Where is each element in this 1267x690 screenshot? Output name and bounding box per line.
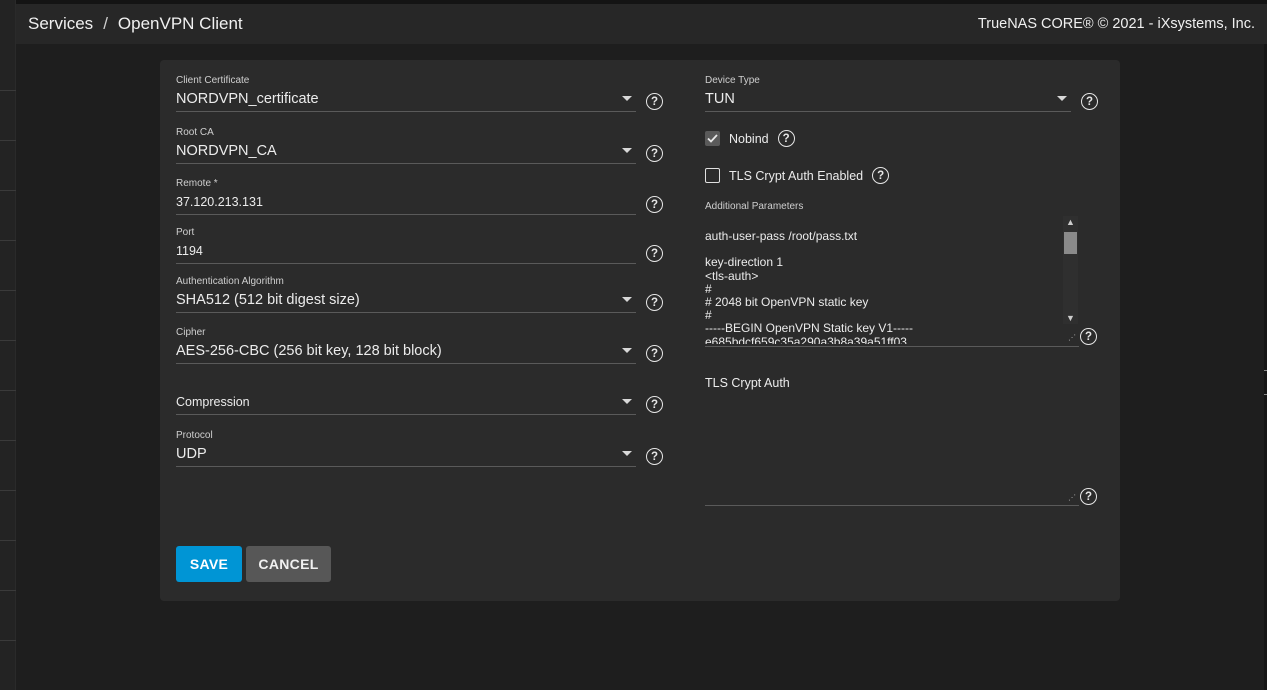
nobind-label: Nobind (729, 131, 769, 146)
auth-algorithm-value: SHA512 (512 bit digest size) (176, 291, 360, 308)
help-circle-icon[interactable]: ? (1081, 93, 1098, 110)
help-circle-icon[interactable]: ? (646, 396, 663, 413)
nobind-row: Nobind ? (705, 130, 795, 147)
openvpn-client-form: Client Certificate NORDVPN_certificate ?… (160, 60, 1120, 601)
port-label: Port (176, 227, 195, 238)
additional-parameters-value: auth-user-pass /root/pass.txt key-direct… (705, 229, 914, 344)
help-circle-icon[interactable]: ? (646, 196, 663, 213)
help-circle-icon[interactable]: ? (646, 345, 663, 362)
resize-handle-icon[interactable]: ⋰ (1068, 334, 1076, 342)
auth-algorithm-field: Authentication Algorithm SHA512 (512 bit… (176, 275, 663, 313)
help-circle-icon[interactable]: ? (646, 448, 663, 465)
root-ca-label: Root CA (176, 127, 214, 138)
compression-field: Compression ? (176, 377, 663, 415)
root-ca-field: Root CA NORDVPN_CA ? (176, 126, 663, 164)
caret-down-icon (622, 451, 632, 456)
help-circle-icon[interactable]: ? (872, 167, 890, 184)
port-field: Port 1194 ? (176, 226, 663, 264)
auth-algorithm-select[interactable]: SHA512 (512 bit digest size) (176, 289, 636, 313)
save-button[interactable]: SAVE (176, 546, 242, 582)
page-header: Services / OpenVPN Client TrueNAS CORE® … (16, 4, 1267, 44)
cipher-value: AES-256-CBC (256 bit key, 128 bit block) (176, 342, 442, 359)
protocol-field: Protocol UDP ? (176, 429, 663, 467)
root-ca-select[interactable]: NORDVPN_CA (176, 140, 636, 164)
cipher-field: Cipher AES-256-CBC (256 bit key, 128 bit… (176, 326, 663, 364)
client-certificate-select[interactable]: NORDVPN_certificate (176, 88, 636, 112)
nobind-checkbox[interactable] (705, 131, 720, 146)
device-type-value: TUN (705, 90, 735, 107)
additional-parameters-label-wrap: Additional Parameters (705, 200, 1005, 214)
remote-value: 37.120.213.131 (176, 194, 263, 209)
port-input[interactable]: 1194 (176, 240, 636, 264)
textarea-scrollbar[interactable]: ▲ ▼ (1063, 216, 1078, 324)
client-certificate-field: Client Certificate NORDVPN_certificate ? (176, 74, 663, 112)
help-circle-icon[interactable]: ? (646, 93, 663, 110)
caret-down-icon (622, 348, 632, 353)
help-circle-icon[interactable]: ? (1080, 488, 1097, 505)
client-certificate-value: NORDVPN_certificate (176, 90, 319, 107)
scrollbar-thumb[interactable] (1064, 232, 1077, 254)
additional-parameters-label: Additional Parameters (705, 201, 804, 212)
copyright-text: TrueNAS CORE® © 2021 - iXsystems, Inc. (977, 16, 1255, 32)
caret-down-icon (1057, 96, 1067, 101)
additional-parameters-textarea[interactable]: auth-user-pass /root/pass.txt key-direct… (705, 216, 1079, 347)
help-circle-icon[interactable]: ? (777, 130, 795, 147)
remote-input[interactable]: 37.120.213.131 (176, 191, 636, 215)
compression-label (176, 377, 663, 391)
tls-crypt-auth-enabled-checkbox[interactable] (705, 168, 720, 183)
remote-label: Remote * (176, 178, 218, 189)
cipher-select[interactable]: AES-256-CBC (256 bit key, 128 bit block) (176, 340, 636, 364)
device-type-field: Device Type TUN ? (705, 74, 1098, 112)
port-value: 1194 (176, 243, 203, 258)
protocol-label: Protocol (176, 430, 213, 441)
help-circle-icon[interactable]: ? (646, 145, 663, 162)
device-type-label: Device Type (705, 75, 760, 86)
device-type-select[interactable]: TUN (705, 88, 1071, 112)
sidebar-collapsed (0, 0, 16, 690)
scroll-up-icon[interactable]: ▲ (1063, 216, 1078, 228)
protocol-value: UDP (176, 445, 207, 462)
help-circle-icon[interactable]: ? (1080, 328, 1097, 345)
tls-crypt-auth-enabled-label: TLS Crypt Auth Enabled (729, 168, 864, 183)
compression-select[interactable]: Compression (176, 391, 636, 415)
compression-placeholder: Compression (176, 394, 250, 409)
breadcrumb: Services / OpenVPN Client (28, 14, 243, 34)
tls-crypt-auth-label: TLS Crypt Auth (705, 376, 790, 390)
caret-down-icon (622, 148, 632, 153)
caret-down-icon (622, 399, 632, 404)
scroll-down-icon[interactable]: ▼ (1063, 312, 1078, 324)
client-certificate-label: Client Certificate (176, 75, 250, 86)
check-icon (707, 134, 718, 143)
caret-down-icon (622, 297, 632, 302)
help-circle-icon[interactable]: ? (646, 245, 663, 262)
protocol-select[interactable]: UDP (176, 443, 636, 467)
remote-field: Remote * 37.120.213.131 ? (176, 177, 663, 215)
breadcrumb-current: OpenVPN Client (117, 14, 243, 33)
breadcrumb-services[interactable]: Services (28, 14, 93, 34)
caret-down-icon (622, 96, 632, 101)
resize-handle-icon[interactable]: ⋰ (1068, 494, 1076, 502)
cipher-label: Cipher (176, 327, 206, 338)
root-ca-value: NORDVPN_CA (176, 142, 277, 159)
auth-algorithm-label: Authentication Algorithm (176, 276, 284, 287)
help-circle-icon[interactable]: ? (646, 294, 663, 311)
cancel-button[interactable]: CANCEL (246, 546, 331, 582)
tls-crypt-auth-enabled-row: TLS Crypt Auth Enabled ? (705, 167, 890, 184)
tls-crypt-auth-textarea[interactable]: TLS Crypt Auth ⋰ (705, 376, 1079, 506)
breadcrumb-separator: / (103, 14, 108, 33)
